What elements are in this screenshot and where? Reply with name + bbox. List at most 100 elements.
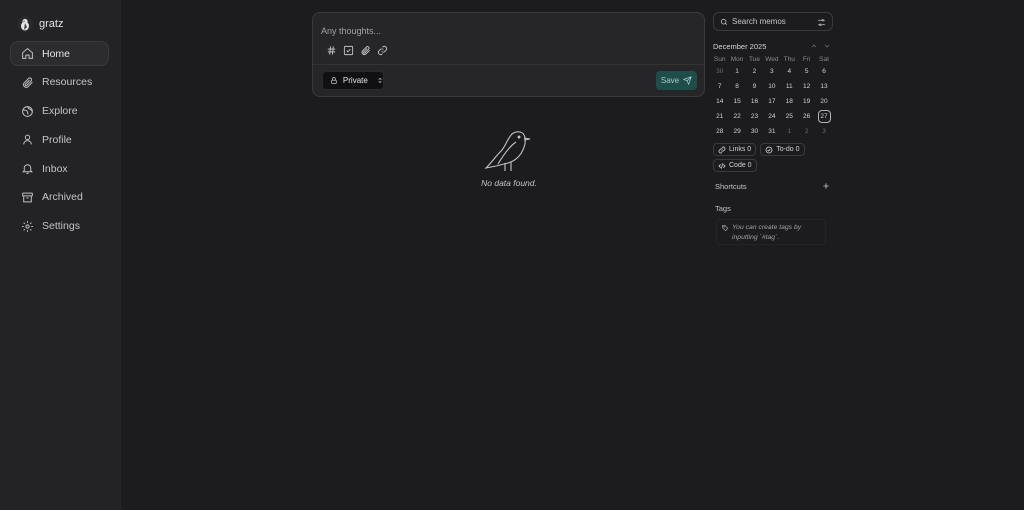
calendar-weekdays: Sun Mon Tue Wed Thu Fri Sat (711, 54, 833, 64)
today-marker: 27 (817, 110, 831, 123)
calendar-day[interactable]: 1 (781, 124, 798, 139)
calendar-day[interactable]: 2 (746, 64, 763, 79)
user-icon (23, 135, 32, 145)
calendar-day[interactable]: 31 (763, 124, 780, 139)
bell-icon (21, 164, 34, 175)
sidebar-item-explore[interactable]: Explore (10, 99, 109, 124)
weekday-label: Mon (730, 55, 744, 63)
memo-input[interactable] (321, 24, 681, 38)
chevron-updown-icon (378, 78, 382, 83)
calendar-day-today[interactable]: 27 (815, 109, 832, 124)
calendar-day[interactable]: 13 (815, 79, 832, 94)
calendar-day[interactable]: 30 (746, 124, 763, 139)
save-button[interactable]: Save (656, 71, 697, 90)
sidebar-item-profile[interactable]: Profile (10, 127, 109, 152)
todo-stat-label: To-do 0 (776, 146, 800, 153)
todo-stat[interactable]: To-do 0 (760, 143, 805, 156)
calendar-week: 7 8 9 10 11 12 13 (711, 79, 833, 94)
chevron-up-icon[interactable] (810, 42, 818, 50)
weekday-label: Sat (819, 55, 829, 63)
calendar-day[interactable]: 9 (746, 79, 763, 94)
code-icon (718, 162, 726, 169)
calendar-day[interactable]: 22 (728, 109, 745, 124)
calendar-day[interactable]: 23 (746, 109, 763, 124)
chevron-down-icon[interactable] (823, 42, 831, 50)
calendar-day[interactable]: 6 (815, 64, 832, 79)
user-menu[interactable]: gratz (17, 16, 63, 32)
sidebar-item-home[interactable]: Home (10, 41, 109, 66)
calendar-day[interactable]: 14 (711, 94, 728, 109)
links-stat[interactable]: Links 0 (713, 143, 757, 156)
shortcuts-title: Shortcuts (715, 182, 747, 191)
search-input[interactable] (732, 17, 812, 26)
link-icon[interactable] (377, 45, 388, 56)
weekday-label: Wed (765, 55, 779, 63)
sidebar-item-label: Explore (42, 105, 78, 118)
search-box (713, 12, 833, 31)
sidebar-item-label: Home (42, 47, 71, 60)
home-icon (22, 47, 33, 59)
calendar-day[interactable]: 11 (781, 79, 798, 94)
sidebar: gratz Home Resources Explore Profile Inb… (0, 0, 121, 510)
calendar-title: December 2025 (713, 42, 767, 51)
calendar-day[interactable]: 28 (711, 124, 728, 139)
calendar-week: 30 1 2 3 4 5 6 (711, 64, 833, 79)
calendar-day[interactable]: 26 (798, 109, 815, 124)
sidebar-item-label: Inbox (42, 162, 68, 175)
weekday-label: Tue (748, 55, 760, 63)
code-stat[interactable]: Code 0 (713, 159, 757, 172)
visibility-select[interactable]: Private (322, 71, 384, 90)
calendar-week: 28 29 30 31 1 2 3 (711, 124, 833, 139)
link-icon (718, 146, 726, 153)
calendar-day[interactable]: 4 (781, 64, 798, 79)
archive-icon (22, 192, 33, 203)
calendar-day[interactable]: 15 (728, 94, 745, 109)
memo-editor: Private Save (312, 12, 705, 97)
sidebar-item-resources[interactable]: Resources (10, 70, 109, 95)
user-name: gratz (39, 18, 64, 30)
calendar-day[interactable]: 30 (711, 64, 728, 79)
calendar-day[interactable]: 8 (728, 79, 745, 94)
calendar-day[interactable]: 20 (815, 94, 832, 109)
editor-divider (313, 64, 704, 65)
calendar-day[interactable]: 3 (763, 64, 780, 79)
avatar-icon (21, 18, 29, 30)
calendar-day[interactable]: 7 (711, 79, 728, 94)
hash-icon[interactable] (326, 45, 337, 56)
calendar-day[interactable]: 21 (711, 109, 728, 124)
calendar-day[interactable]: 19 (798, 94, 815, 109)
calendar-day[interactable]: 2 (798, 124, 815, 139)
calendar-day[interactable]: 10 (763, 79, 780, 94)
calendar-day[interactable]: 18 (781, 94, 798, 109)
code-stat-label: Code 0 (729, 162, 752, 169)
calendar-day[interactable]: 16 (746, 94, 763, 109)
sidebar-item-settings[interactable]: Settings (10, 214, 109, 239)
calendar-day[interactable]: 24 (763, 109, 780, 124)
tags-hint-text: You can create tags by inputting `#tag`. (732, 224, 802, 241)
sidebar-item-label: Profile (42, 133, 72, 146)
save-label: Save (660, 76, 680, 85)
calendar-day[interactable]: 5 (798, 64, 815, 79)
editor-toolbar (326, 45, 388, 56)
calendar-day[interactable]: 3 (815, 124, 832, 139)
stat-row: Links 0 To-do 0 (713, 143, 833, 156)
tags-hint: You can create tags by inputting `#tag`. (716, 219, 826, 245)
calendar-day[interactable]: 29 (728, 124, 745, 139)
sidebar-item-archived[interactable]: Archived (10, 185, 109, 210)
calendar-day[interactable]: 12 (798, 79, 815, 94)
gear-icon (22, 220, 33, 232)
add-shortcut-icon[interactable] (822, 182, 830, 190)
send-icon (683, 76, 692, 85)
sidebar-item-inbox[interactable]: Inbox (10, 156, 109, 181)
paperclip-icon[interactable] (360, 45, 371, 56)
calendar-day[interactable]: 25 (781, 109, 798, 124)
calendar-day[interactable]: 17 (763, 94, 780, 109)
calendar-day[interactable]: 1 (728, 64, 745, 79)
calendar-week: 14 15 16 17 18 19 20 (711, 94, 833, 109)
empty-state: No data found. (478, 128, 540, 188)
calendar-grid: Sun Mon Tue Wed Thu Fri Sat 30 1 2 3 4 5… (711, 54, 833, 139)
weekday-label: Sun (713, 55, 726, 63)
sidebar-item-label: Settings (42, 220, 80, 233)
checkbox-icon[interactable] (343, 45, 354, 56)
filter-settings-icon[interactable] (817, 18, 826, 27)
